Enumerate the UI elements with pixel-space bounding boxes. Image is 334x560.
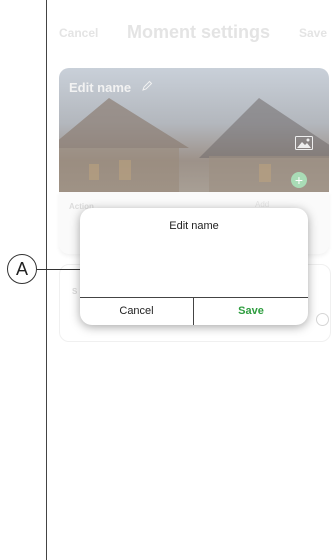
radio-button[interactable] — [316, 313, 329, 326]
moment-photo-card[interactable]: Edit name — [59, 68, 329, 192]
dialog-cancel-button[interactable]: Cancel — [80, 297, 193, 325]
house-window — [89, 164, 99, 180]
dialog-title: Edit name — [169, 220, 219, 232]
image-icon[interactable] — [295, 136, 313, 150]
phone-screen: Cancel Moment settings Save Edit name + … — [46, 0, 334, 560]
callout-marker-a: A — [7, 254, 37, 284]
dialog-save-button[interactable]: Save — [194, 297, 308, 325]
edit-name-label[interactable]: Edit name — [69, 80, 131, 95]
header: Cancel Moment settings Save — [47, 0, 334, 64]
callout-letter: A — [15, 258, 28, 279]
house-window — [119, 160, 131, 180]
pencil-icon[interactable] — [141, 80, 153, 92]
plus-icon[interactable]: + — [291, 172, 307, 188]
header-save-button[interactable]: Save — [299, 26, 327, 40]
edit-name-dialog: Edit name Cancel Save — [80, 208, 308, 325]
house-roof-left — [59, 98, 189, 148]
house-window — [259, 164, 271, 182]
settings-card-label: S — [72, 287, 78, 296]
header-cancel-button[interactable]: Cancel — [59, 26, 98, 40]
callout-line — [37, 269, 80, 270]
page-title: Moment settings — [127, 22, 271, 42]
